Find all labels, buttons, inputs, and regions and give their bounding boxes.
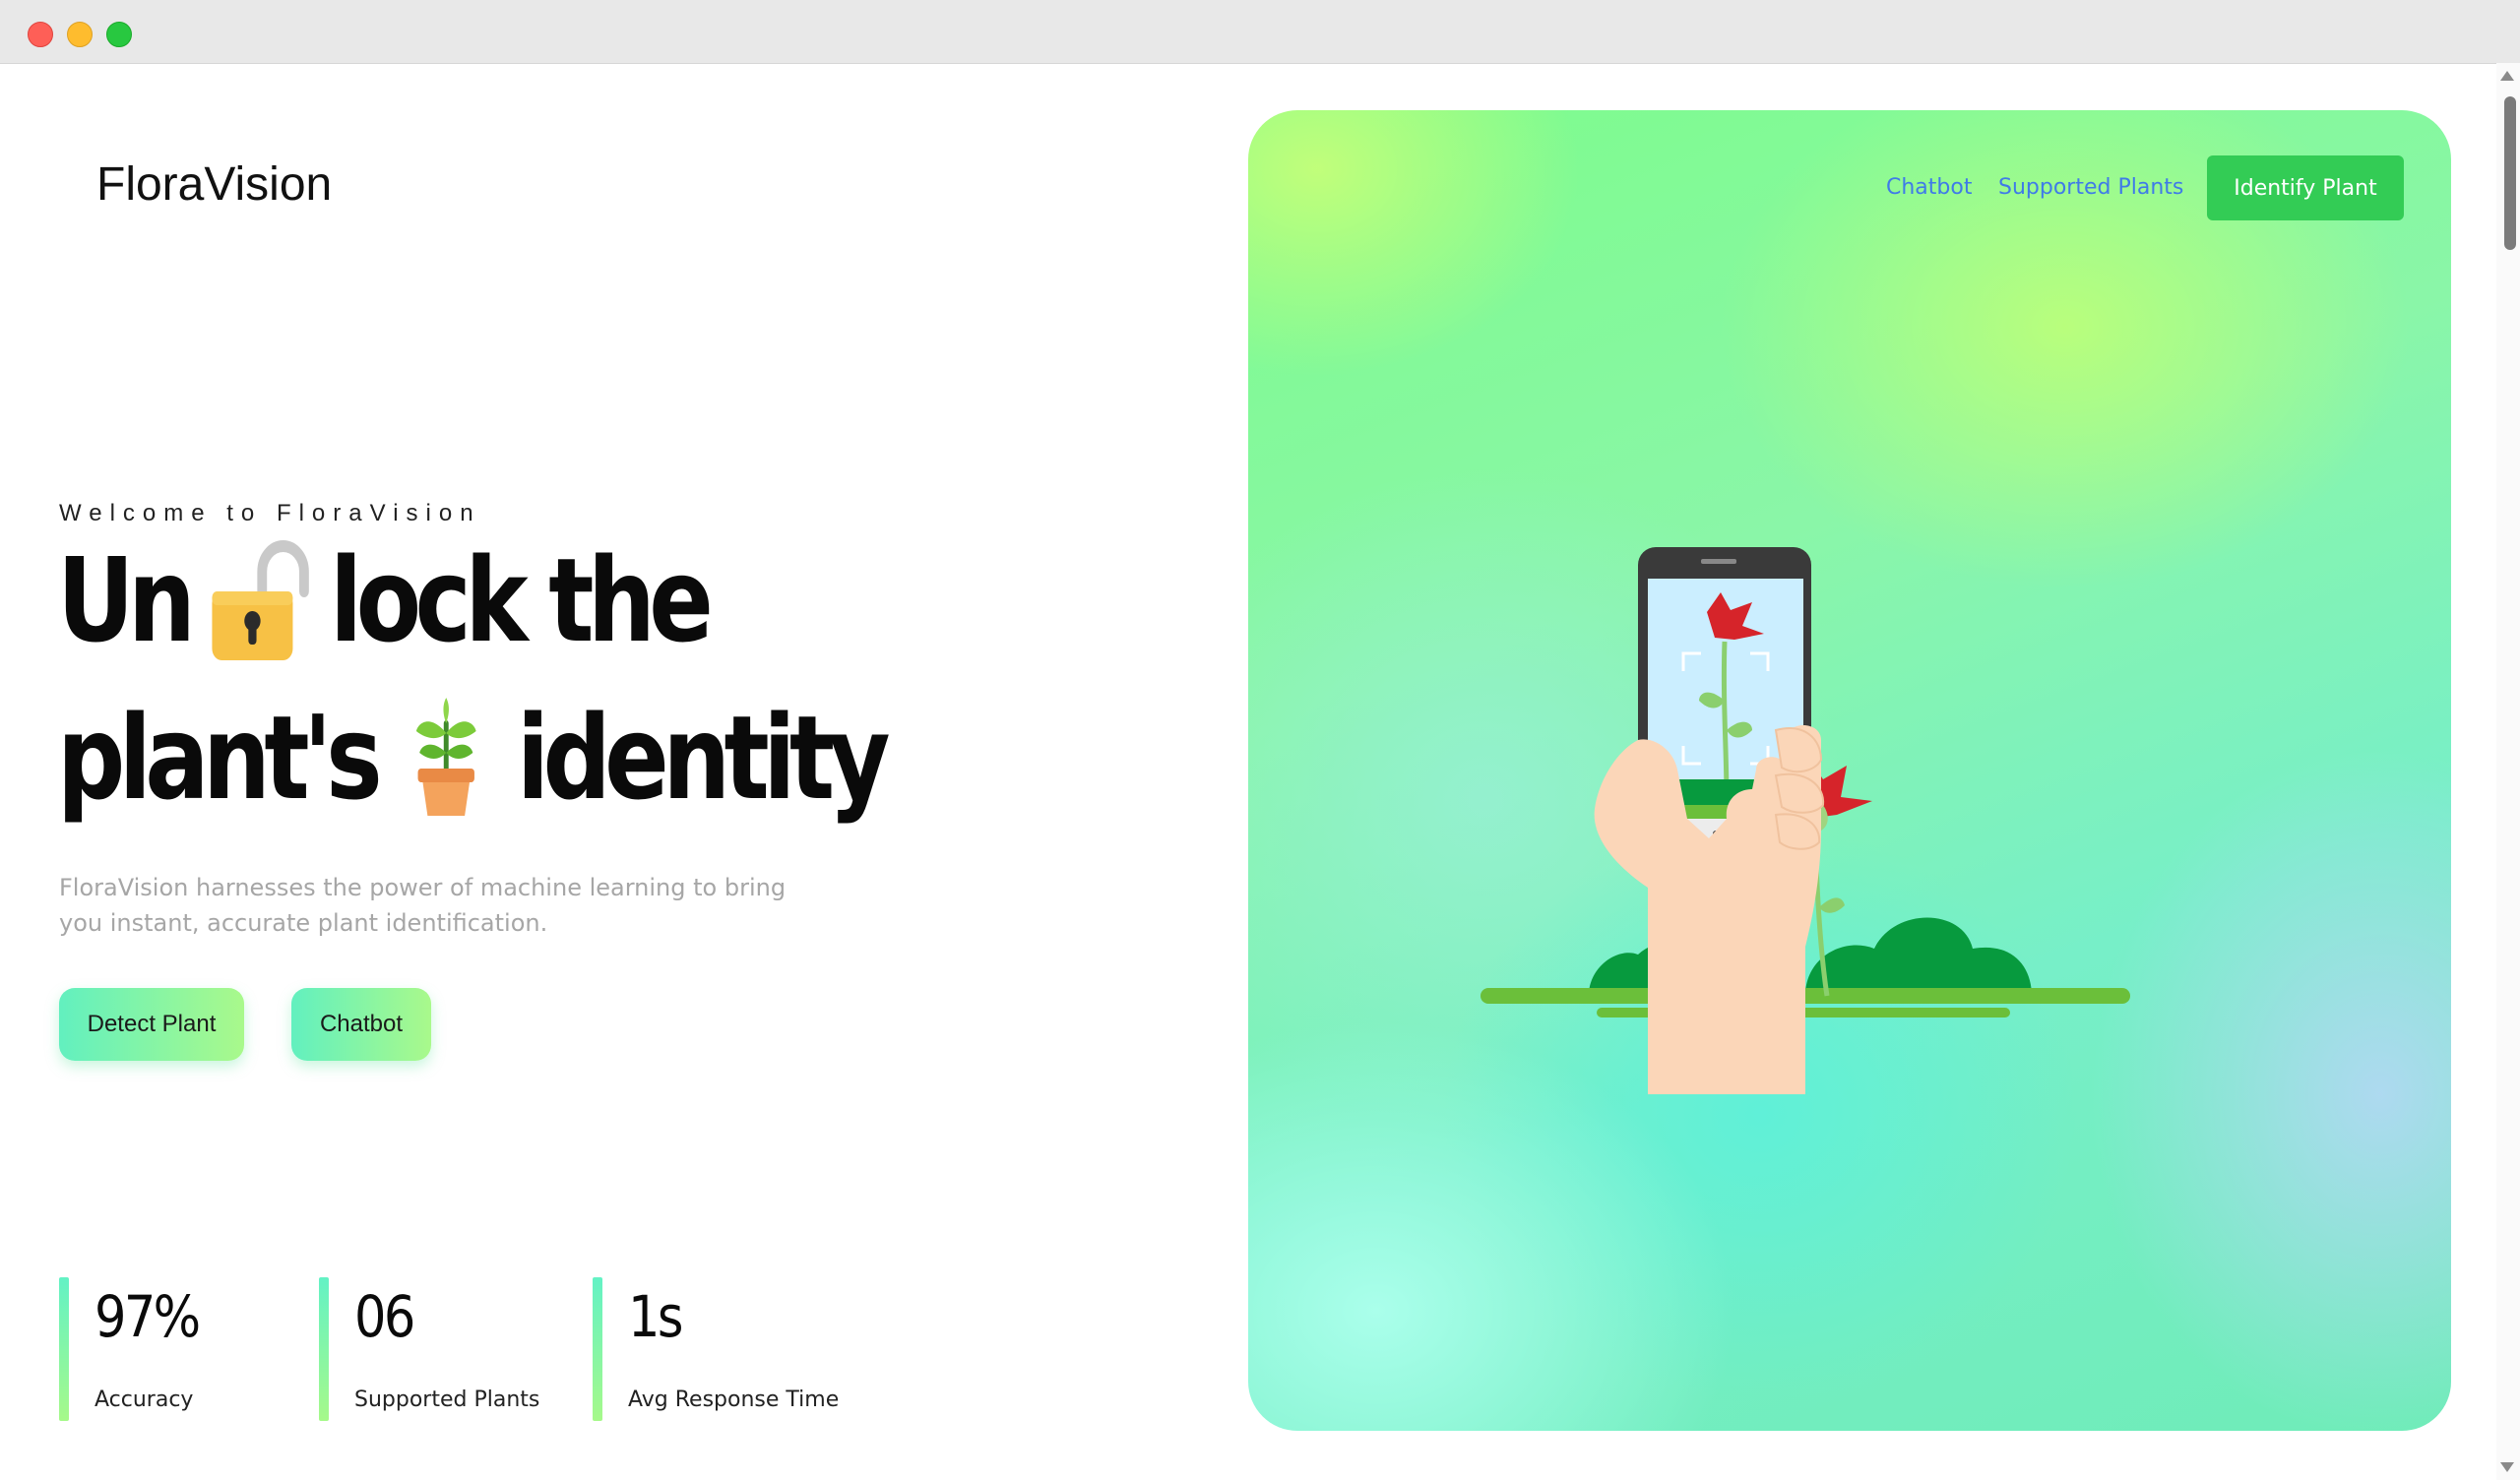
scrollbar-thumb[interactable]	[2504, 96, 2516, 250]
nav-chatbot-link[interactable]: Chatbot	[1886, 175, 1972, 200]
potted-seedling-icon	[394, 694, 499, 822]
headline-word-lock-the: lock the	[330, 532, 714, 668]
stat-label: Supported Plants	[354, 1388, 540, 1412]
headline-word-un: Un	[57, 532, 196, 668]
stat-value: 06	[354, 1283, 415, 1350]
hero-card: Chatbot Supported Plants Identify Plant	[1248, 110, 2451, 1431]
close-window-button[interactable]	[28, 22, 53, 47]
stat-value: 97%	[94, 1283, 201, 1350]
scroll-up-arrow-icon[interactable]	[2500, 71, 2514, 81]
headline-word-identity: identity	[516, 690, 891, 826]
phone-identifying-flower-illustration	[1480, 547, 2130, 1094]
maximize-window-button[interactable]	[106, 22, 132, 47]
nav-supported-plants-link[interactable]: Supported Plants	[1998, 175, 2183, 200]
identify-plant-button[interactable]: Identify Plant	[2207, 155, 2404, 220]
stat-label: Avg Response Time	[628, 1388, 840, 1412]
stat-value: 1s	[628, 1283, 683, 1350]
stat-accent-bar	[593, 1277, 602, 1421]
stat-label: Accuracy	[94, 1388, 194, 1412]
headline-word-plants: plant's	[57, 690, 383, 826]
open-padlock-icon	[207, 536, 312, 664]
window-titlebar	[0, 0, 2520, 64]
hero-subtitle: FloraVision harnesses the power of machi…	[59, 874, 787, 937]
hero-headline: Un lock the plant's identity	[57, 522, 891, 836]
minimize-window-button[interactable]	[67, 22, 93, 47]
stat-accent-bar	[319, 1277, 329, 1421]
chatbot-button[interactable]: Chatbot	[291, 988, 431, 1061]
detect-plant-button[interactable]: Detect Plant	[59, 988, 244, 1061]
scroll-down-arrow-icon[interactable]	[2500, 1462, 2514, 1472]
stat-accent-bar	[59, 1277, 69, 1421]
brand-logo[interactable]: FloraVision	[96, 157, 332, 212]
vertical-scrollbar[interactable]	[2496, 63, 2520, 1480]
